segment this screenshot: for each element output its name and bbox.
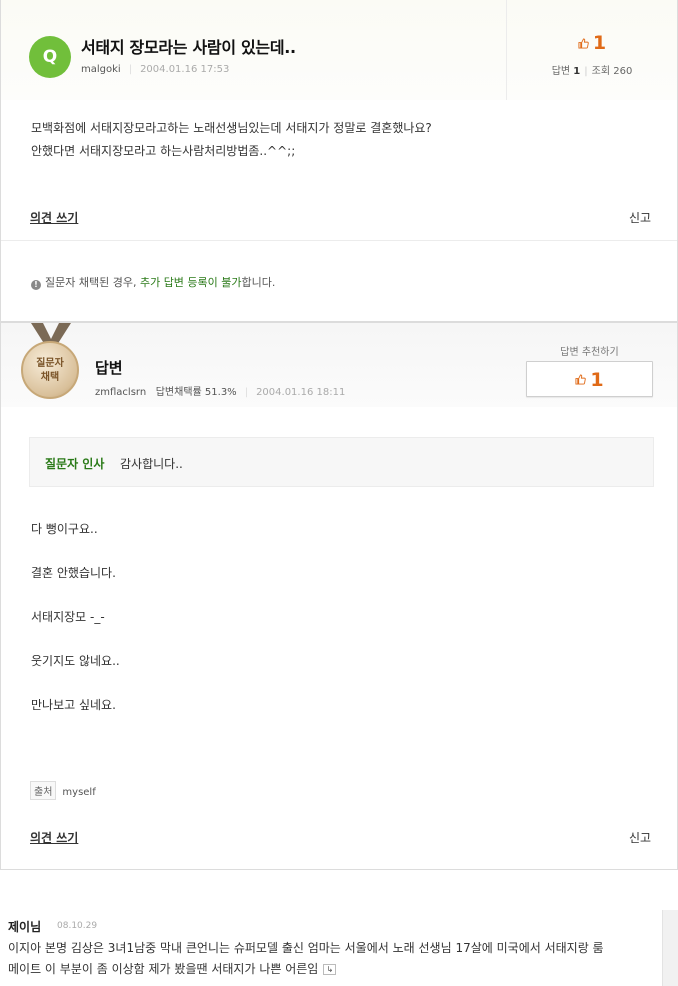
answer-header: 질문자 채택 답변 zmflaclsrn 답변채택률 51.3% | 2004.01…: [1, 323, 677, 407]
notice-suffix: 합니다.: [241, 276, 276, 289]
question-counts: 답변 1 | 조회 260: [551, 66, 633, 77]
thumbs-up-icon: [575, 374, 587, 385]
answer-source: 출처 myself: [30, 781, 96, 800]
comment-line: 메이트 이 부분이 좀 이상함 제가 봤을땐 서태지가 나쁜 어른임 ↳: [8, 959, 658, 980]
answer-date: 2004.01.16 18:11: [256, 387, 346, 398]
asker-greeting: 질문자 인사 감사합니다..: [29, 437, 654, 487]
recommend-label: 답변 추천하기: [560, 347, 619, 358]
question-badge: Q: [29, 36, 71, 78]
comment-text: 이지아 본명 김상은 3녀1남중 막내 큰언니는 슈퍼모델 출신 엄마는 서울에…: [8, 938, 658, 980]
comment-date: 08.10.29: [57, 921, 98, 931]
comment-user[interactable]: 제이님: [8, 918, 41, 935]
question-stats: 1 답변 1 | 조회 260: [506, 0, 677, 100]
question-author[interactable]: malgoki: [81, 64, 121, 75]
comment-line-text: 메이트 이 부분이 좀 이상함 제가 봤을땐 서태지가 나쁜 어른임: [8, 962, 319, 976]
adopted-medal-icon: 질문자 채택: [21, 341, 79, 399]
source-value: myself: [62, 787, 96, 798]
medal-line: 질문자: [36, 358, 64, 369]
answer-body-line: 결혼 안했습니다.: [31, 566, 116, 580]
adopt-rate: 답변채택률 51.3%: [155, 387, 237, 398]
info-icon: !: [31, 280, 41, 290]
notice-prefix: 질문자 채택된 경우,: [45, 276, 140, 289]
greeting-label: 질문자 인사: [45, 457, 105, 471]
answers-count: 1: [573, 66, 581, 77]
question-body-line: 모백화점에 서태지장모라고하는 노래선생님있는데 서태지가 정말로 결혼했나요?: [31, 121, 432, 135]
source-tag: 출처: [30, 781, 57, 800]
scrollbar[interactable]: [662, 910, 678, 986]
question-title: 서태지 장모라는 사람이 있는데..: [81, 38, 296, 57]
notice-highlight: 추가 답변 등록이 불가: [139, 276, 242, 289]
comment-item: 제이님 08.10.29 이지아 본명 김상은 3녀1남중 막내 큰언니는 슈퍼…: [0, 900, 678, 986]
medal-line: 채택: [40, 372, 60, 383]
question-date: 2004.01.16 17:53: [140, 64, 230, 75]
question-card: Q 서태지 장모라는 사람이 있는데.. malgoki | 2004.01.16 …: [0, 0, 678, 322]
answer-body-line: 다 뻥이구요..: [31, 522, 98, 536]
question-body-line: 안했다면 서태지장모라고 하는사람처리방법좀..^^;;: [31, 144, 296, 158]
comment-line: 이지아 본명 김상은 3녀1남중 막내 큰언니는 슈퍼모델 출신 엄마는 서울에…: [8, 941, 604, 955]
views-count: 260: [613, 66, 633, 77]
reply-arrow-icon[interactable]: ↳: [323, 964, 337, 975]
answer-body: 다 뻥이구요.. 결혼 안했습니다. 서태지장모 -_- 웃기지도 않네요.. …: [31, 507, 120, 727]
recommend-button[interactable]: 1: [526, 361, 653, 397]
write-opinion-link[interactable]: 의견 쓰기: [30, 209, 78, 226]
report-link[interactable]: 신고: [629, 209, 651, 226]
answer-title: 답변: [95, 359, 123, 377]
answer-card: 질문자 채택 답변 zmflaclsrn 답변채택률 51.3% | 2004.01…: [0, 322, 678, 870]
divider: [1, 240, 677, 241]
views-label: 조회: [591, 66, 611, 77]
question-body: 모백화점에 서태지장모라고하는 노래선생님있는데 서태지가 정말로 결혼했나요?…: [31, 117, 432, 163]
greeting-text: 감사합니다..: [120, 457, 183, 471]
recommend-count: 1: [590, 368, 604, 391]
answer-body-line: 서태지장모 -_-: [31, 610, 105, 624]
answer-author[interactable]: zmflaclsrn: [95, 387, 146, 398]
answers-label: 답변: [551, 66, 571, 77]
adoption-notice: ! 질문자 채택된 경우, 추가 답변 등록이 불가합니다.: [31, 274, 275, 290]
answer-report-link[interactable]: 신고: [629, 829, 651, 846]
answer-meta: zmflaclsrn 답변채택률 51.3% | 2004.01.16 18:11: [95, 387, 346, 398]
question-like-count: 1: [592, 32, 607, 54]
answer-body-line: 웃기지도 않네요..: [31, 654, 120, 668]
question-header: Q 서태지 장모라는 사람이 있는데.. malgoki | 2004.01.16 …: [1, 0, 677, 100]
answer-body-line: 만나보고 싶네요.: [31, 698, 116, 712]
question-meta: malgoki | 2004.01.16 17:53: [81, 64, 230, 75]
answer-write-opinion-link[interactable]: 의견 쓰기: [30, 829, 78, 846]
question-like[interactable]: 1: [507, 32, 677, 54]
thumbs-up-icon: [578, 37, 589, 49]
